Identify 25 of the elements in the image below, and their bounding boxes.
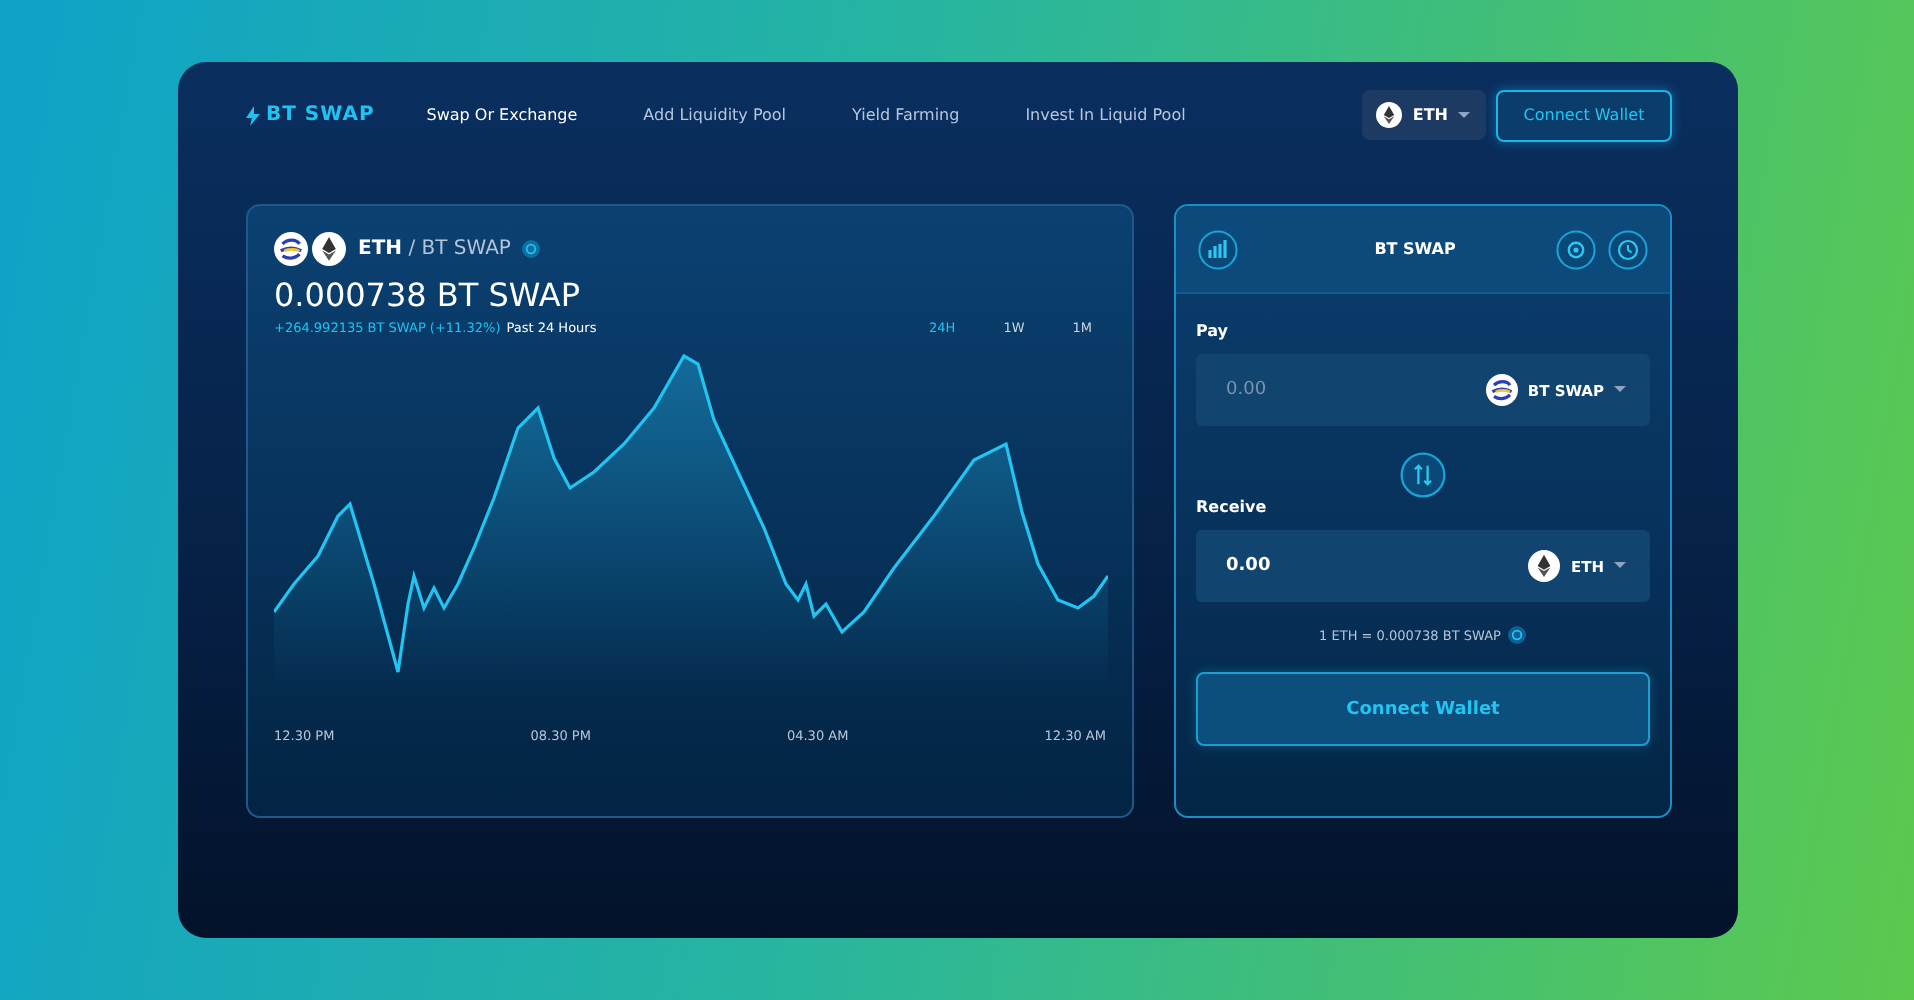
connect-wallet-button[interactable]: Connect Wallet bbox=[1196, 672, 1650, 746]
panel-title: BT SWAP bbox=[1372, 240, 1458, 258]
price-value: 0.000738 BT SWAP bbox=[274, 276, 582, 314]
ethereum-icon bbox=[1376, 102, 1403, 128]
nav-link[interactable]: Invest In Liquid Pool bbox=[1025, 98, 1186, 132]
nav-link[interactable]: Swap Or Exchange bbox=[426, 98, 578, 132]
nav-link[interactable]: Yield Farming bbox=[852, 98, 960, 132]
caret-icon bbox=[1614, 562, 1626, 570]
token-logo-icon bbox=[1485, 374, 1518, 406]
ethereum-icon bbox=[1528, 550, 1561, 582]
ethereum-icon bbox=[312, 232, 346, 266]
token-logo-icon bbox=[274, 232, 308, 266]
pair-title: ETH / BT SWAP bbox=[358, 238, 511, 260]
nav-link[interactable]: Add Liquidity Pool bbox=[643, 98, 787, 132]
caret-icon bbox=[1458, 111, 1470, 119]
clock-icon[interactable] bbox=[1608, 229, 1648, 269]
caret-icon bbox=[1614, 386, 1626, 394]
connect-wallet-button[interactable]: Connect Wallet bbox=[1496, 89, 1672, 141]
swap-arrows-icon[interactable] bbox=[1400, 452, 1446, 498]
pay-label: Pay bbox=[1196, 322, 1231, 340]
bar-chart-icon[interactable] bbox=[1198, 229, 1238, 269]
receive-label: Receive bbox=[1196, 498, 1269, 516]
brand-name: BT SWAP bbox=[266, 104, 375, 126]
lightning-icon bbox=[246, 105, 260, 125]
network-selector[interactable]: ETH bbox=[1362, 90, 1486, 140]
